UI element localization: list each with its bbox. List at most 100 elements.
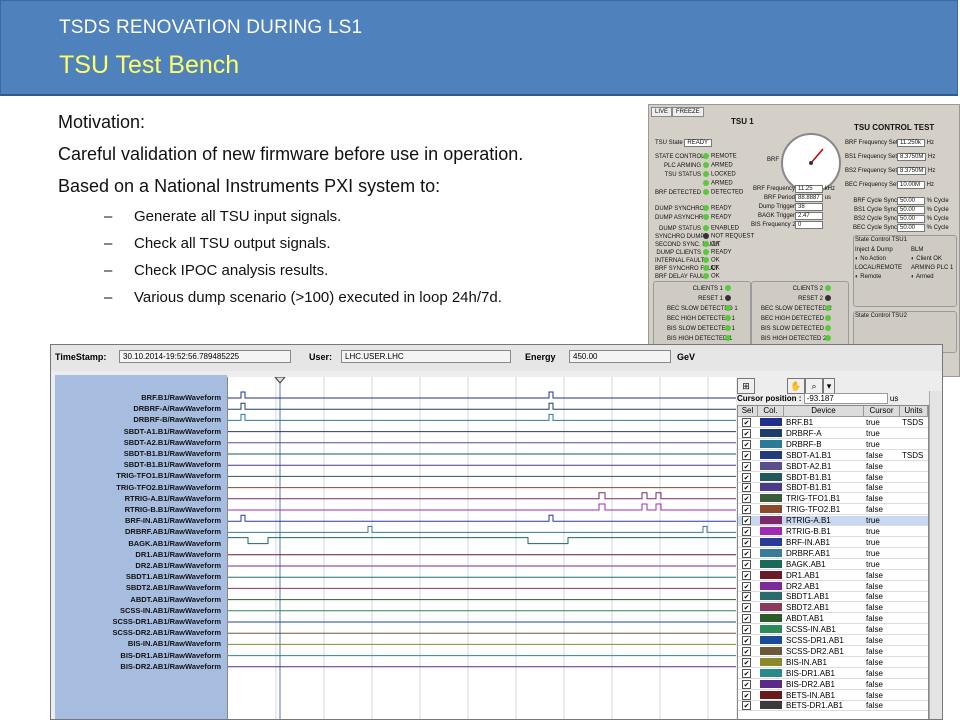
- device-table-row[interactable]: ✔ RTRIG-B.B1 true: [738, 527, 928, 537]
- waveform-plot[interactable]: [227, 376, 736, 719]
- field-value[interactable]: 88.8887: [795, 194, 823, 202]
- color-swatch[interactable]: [760, 439, 782, 448]
- tab-freeze[interactable]: FREEZE: [672, 107, 704, 117]
- color-swatch[interactable]: [760, 505, 782, 514]
- pan-hand-icon[interactable]: ✋: [787, 378, 805, 394]
- device-table-row[interactable]: ✔ BETS-IN.AB1 false: [738, 690, 928, 701]
- select-checkbox[interactable]: ✔: [742, 461, 751, 471]
- color-swatch[interactable]: [760, 636, 782, 644]
- device-table-row[interactable]: ✔ BETS-DR1.AB1 false: [738, 701, 928, 712]
- select-checkbox[interactable]: ✔: [742, 592, 751, 602]
- device-table-row[interactable]: ✔ BIS-DR1.AB1 false: [738, 668, 928, 679]
- device-table-row[interactable]: ✔ ABDT.AB1 false: [738, 614, 928, 625]
- client-ok-toggle[interactable]: ◐ Client OK: [911, 256, 942, 262]
- field-value[interactable]: 38: [795, 203, 823, 211]
- device-table-row[interactable]: ✔ BIS-IN.AB1 false: [738, 657, 928, 668]
- select-checkbox[interactable]: ✔: [742, 625, 751, 635]
- device-table-row[interactable]: ✔ BRF-IN.AB1 true: [738, 537, 928, 548]
- select-checkbox[interactable]: ✔: [742, 439, 751, 449]
- color-swatch[interactable]: [760, 625, 782, 634]
- color-swatch[interactable]: [760, 516, 782, 525]
- select-checkbox[interactable]: ✔: [742, 450, 751, 460]
- color-swatch[interactable]: [760, 483, 782, 492]
- field-value[interactable]: 10.00M: [897, 181, 925, 189]
- select-checkbox[interactable]: ✔: [742, 636, 751, 645]
- device-table-row[interactable]: ✔ BAGK.AB1 true: [738, 559, 928, 570]
- col-color[interactable]: Col.: [758, 406, 784, 417]
- color-swatch[interactable]: [760, 428, 782, 437]
- device-table-row[interactable]: ✔ RTRIG-A.B1 true: [738, 516, 928, 527]
- no-action-toggle[interactable]: ◐ No Action: [855, 256, 886, 262]
- select-checkbox[interactable]: ✔: [742, 548, 751, 558]
- field-value[interactable]: 11.25: [795, 185, 823, 193]
- color-swatch[interactable]: [760, 614, 782, 623]
- device-table-row[interactable]: ✔ SBDT-B1.B1 false: [738, 472, 928, 483]
- armed-toggle[interactable]: ◐ Armed: [911, 274, 934, 280]
- color-swatch[interactable]: [760, 690, 782, 699]
- select-checkbox[interactable]: ✔: [742, 516, 751, 526]
- select-checkbox[interactable]: ✔: [742, 570, 751, 580]
- select-checkbox[interactable]: ✔: [742, 472, 751, 482]
- select-checkbox[interactable]: ✔: [742, 614, 751, 624]
- color-swatch[interactable]: [760, 418, 782, 426]
- device-table-row[interactable]: ✔ DRBRF-A true: [738, 428, 928, 439]
- device-table-row[interactable]: ✔ SBDT-B1.B1 false: [738, 483, 928, 494]
- device-table-row[interactable]: ✔ SCSS-IN.AB1 false: [738, 625, 928, 636]
- select-checkbox[interactable]: ✔: [742, 603, 751, 613]
- field-value[interactable]: 50.00: [897, 197, 925, 205]
- select-checkbox[interactable]: ✔: [742, 527, 751, 536]
- select-checkbox[interactable]: ✔: [742, 679, 751, 689]
- field-value[interactable]: 50.00: [897, 224, 925, 232]
- col-device[interactable]: Device: [784, 406, 864, 417]
- device-table-row[interactable]: ✔ DR2.AB1 false: [738, 581, 928, 592]
- device-table-row[interactable]: ✔ SBDT1.AB1 false: [738, 592, 928, 603]
- color-swatch[interactable]: [760, 657, 782, 666]
- select-checkbox[interactable]: ✔: [742, 668, 751, 678]
- select-checkbox[interactable]: ✔: [742, 646, 751, 656]
- chevron-down-icon[interactable]: ▾: [823, 378, 835, 394]
- color-swatch[interactable]: [760, 581, 782, 590]
- color-swatch[interactable]: [760, 494, 782, 503]
- device-table-row[interactable]: ✔ TRIG-TFO2.B1 false: [738, 505, 928, 516]
- col-units[interactable]: Units: [900, 406, 928, 417]
- color-swatch[interactable]: [760, 548, 782, 557]
- select-checkbox[interactable]: ✔: [742, 505, 751, 515]
- remote-toggle[interactable]: ◐ Remote: [855, 274, 881, 280]
- col-cursor[interactable]: Cursor: [864, 406, 900, 417]
- device-table-row[interactable]: ✔ SBDT-A1.B1 false TSDS: [738, 450, 928, 461]
- field-value[interactable]: 8.3750M: [897, 153, 927, 161]
- select-checkbox[interactable]: ✔: [742, 428, 751, 438]
- col-sel[interactable]: Sel: [738, 406, 758, 417]
- color-swatch[interactable]: [760, 668, 782, 677]
- select-checkbox[interactable]: ✔: [742, 494, 751, 504]
- field-value[interactable]: 11.250k: [897, 139, 925, 147]
- device-table-row[interactable]: ✔ SCSS-DR1.AB1 false: [738, 636, 928, 646]
- select-checkbox[interactable]: ✔: [742, 559, 751, 569]
- color-swatch[interactable]: [760, 472, 782, 481]
- device-table-row[interactable]: ✔ DRBRF-B true: [738, 439, 928, 450]
- select-checkbox[interactable]: ✔: [742, 418, 751, 427]
- zoom-icon[interactable]: ⌕: [805, 378, 823, 394]
- device-table-row[interactable]: ✔ SBDT-A2.B1 false: [738, 461, 928, 472]
- color-swatch[interactable]: [760, 592, 782, 601]
- color-swatch[interactable]: [760, 701, 782, 710]
- field-value[interactable]: 8.3750M: [897, 167, 927, 175]
- select-checkbox[interactable]: ✔: [742, 537, 751, 547]
- color-swatch[interactable]: [760, 603, 782, 612]
- device-table-row[interactable]: ✔ BRF.B1 true TSDS: [738, 418, 928, 428]
- select-checkbox[interactable]: ✔: [742, 483, 751, 493]
- field-value[interactable]: 2.47: [795, 212, 823, 220]
- color-swatch[interactable]: [760, 679, 782, 688]
- field-value[interactable]: 50.00: [897, 215, 925, 223]
- select-checkbox[interactable]: ✔: [742, 581, 751, 591]
- select-checkbox[interactable]: ✔: [742, 701, 751, 711]
- field-value[interactable]: 0: [795, 221, 823, 229]
- device-table-row[interactable]: ✔ TRIG-TFO1.B1 false: [738, 494, 928, 505]
- select-checkbox[interactable]: ✔: [742, 690, 751, 700]
- device-table-row[interactable]: ✔ SBDT2.AB1 false: [738, 603, 928, 614]
- select-checkbox[interactable]: ✔: [742, 657, 751, 667]
- device-table-row[interactable]: ✔ DR1.AB1 false: [738, 570, 928, 581]
- color-swatch[interactable]: [760, 537, 782, 546]
- device-table-row[interactable]: ✔ BIS-DR2.AB1 false: [738, 679, 928, 690]
- color-swatch[interactable]: [760, 450, 782, 459]
